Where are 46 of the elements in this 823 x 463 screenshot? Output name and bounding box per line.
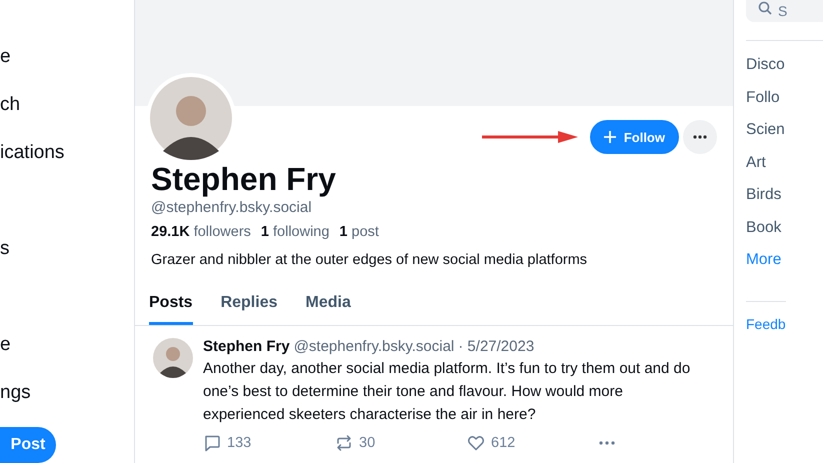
- arrow-icon: [482, 131, 578, 143]
- tab[interactable]: Posts: [149, 294, 193, 325]
- stat-label: followers: [194, 224, 251, 240]
- repost-icon: [335, 434, 353, 452]
- avatar: [153, 338, 193, 378]
- feed-link[interactable]: Book: [746, 218, 782, 250]
- comment-icon: [203, 434, 221, 452]
- stat-label: post: [352, 224, 379, 240]
- search-field[interactable]: S: [746, 0, 823, 22]
- stat-count: 29.1K: [151, 224, 190, 240]
- heart-icon: [467, 434, 485, 452]
- post-handle: @stephenfry.bsky.social: [294, 338, 454, 355]
- feed-link[interactable]: Scien: [746, 120, 785, 152]
- plus-icon: [604, 131, 616, 143]
- profile-name: Stephen Fry: [151, 160, 337, 198]
- tab[interactable]: Media: [306, 294, 351, 325]
- feed-link[interactable]: Art: [746, 152, 766, 185]
- profile-bio: Grazer and nibbler at the outer edges of new social media platforms: [151, 252, 588, 268]
- nav-link[interactable]: s: [0, 189, 10, 285]
- search-icon: [758, 1, 772, 15]
- more-icon: [599, 441, 615, 445]
- more-link[interactable]: More: [746, 250, 782, 282]
- nav-link[interactable]: ch: [0, 93, 20, 141]
- stat-label: following: [273, 224, 330, 240]
- profile-handle: @stephenfry.bsky.social: [151, 199, 313, 216]
- post-text: Another day, another social media platform. It’s fun to try them out and do one’s best to determine their tone and flavour. How would more experienced skeeters characterise the air in here?: [203, 359, 691, 425]
- feedback-link[interactable]: Feedb: [746, 300, 786, 332]
- post-author: Stephen Fry: [203, 338, 290, 355]
- feed-link[interactable]: Birds: [746, 185, 782, 218]
- nav-link[interactable]: ngs: [0, 381, 31, 429]
- more-icon: [693, 135, 707, 139]
- nav-link[interactable]: e: [0, 45, 11, 93]
- nav-link[interactable]: e: [0, 285, 11, 381]
- tab[interactable]: Replies: [220, 294, 278, 325]
- post-button[interactable]: Post: [0, 427, 56, 463]
- follow-button[interactable]: Follow: [590, 120, 679, 154]
- more-button[interactable]: [683, 120, 717, 154]
- feed-link[interactable]: Disco: [746, 55, 785, 88]
- feed-link[interactable]: Follo: [746, 88, 780, 120]
- stat-count: 1: [339, 224, 348, 240]
- action-count: 612: [491, 435, 516, 451]
- action-count: 30: [359, 435, 376, 451]
- stat-count: 1: [260, 224, 269, 240]
- action-count: 133: [227, 435, 252, 451]
- post-date: · 5/27/2023: [458, 338, 534, 355]
- nav-link[interactable]: ications: [0, 141, 64, 189]
